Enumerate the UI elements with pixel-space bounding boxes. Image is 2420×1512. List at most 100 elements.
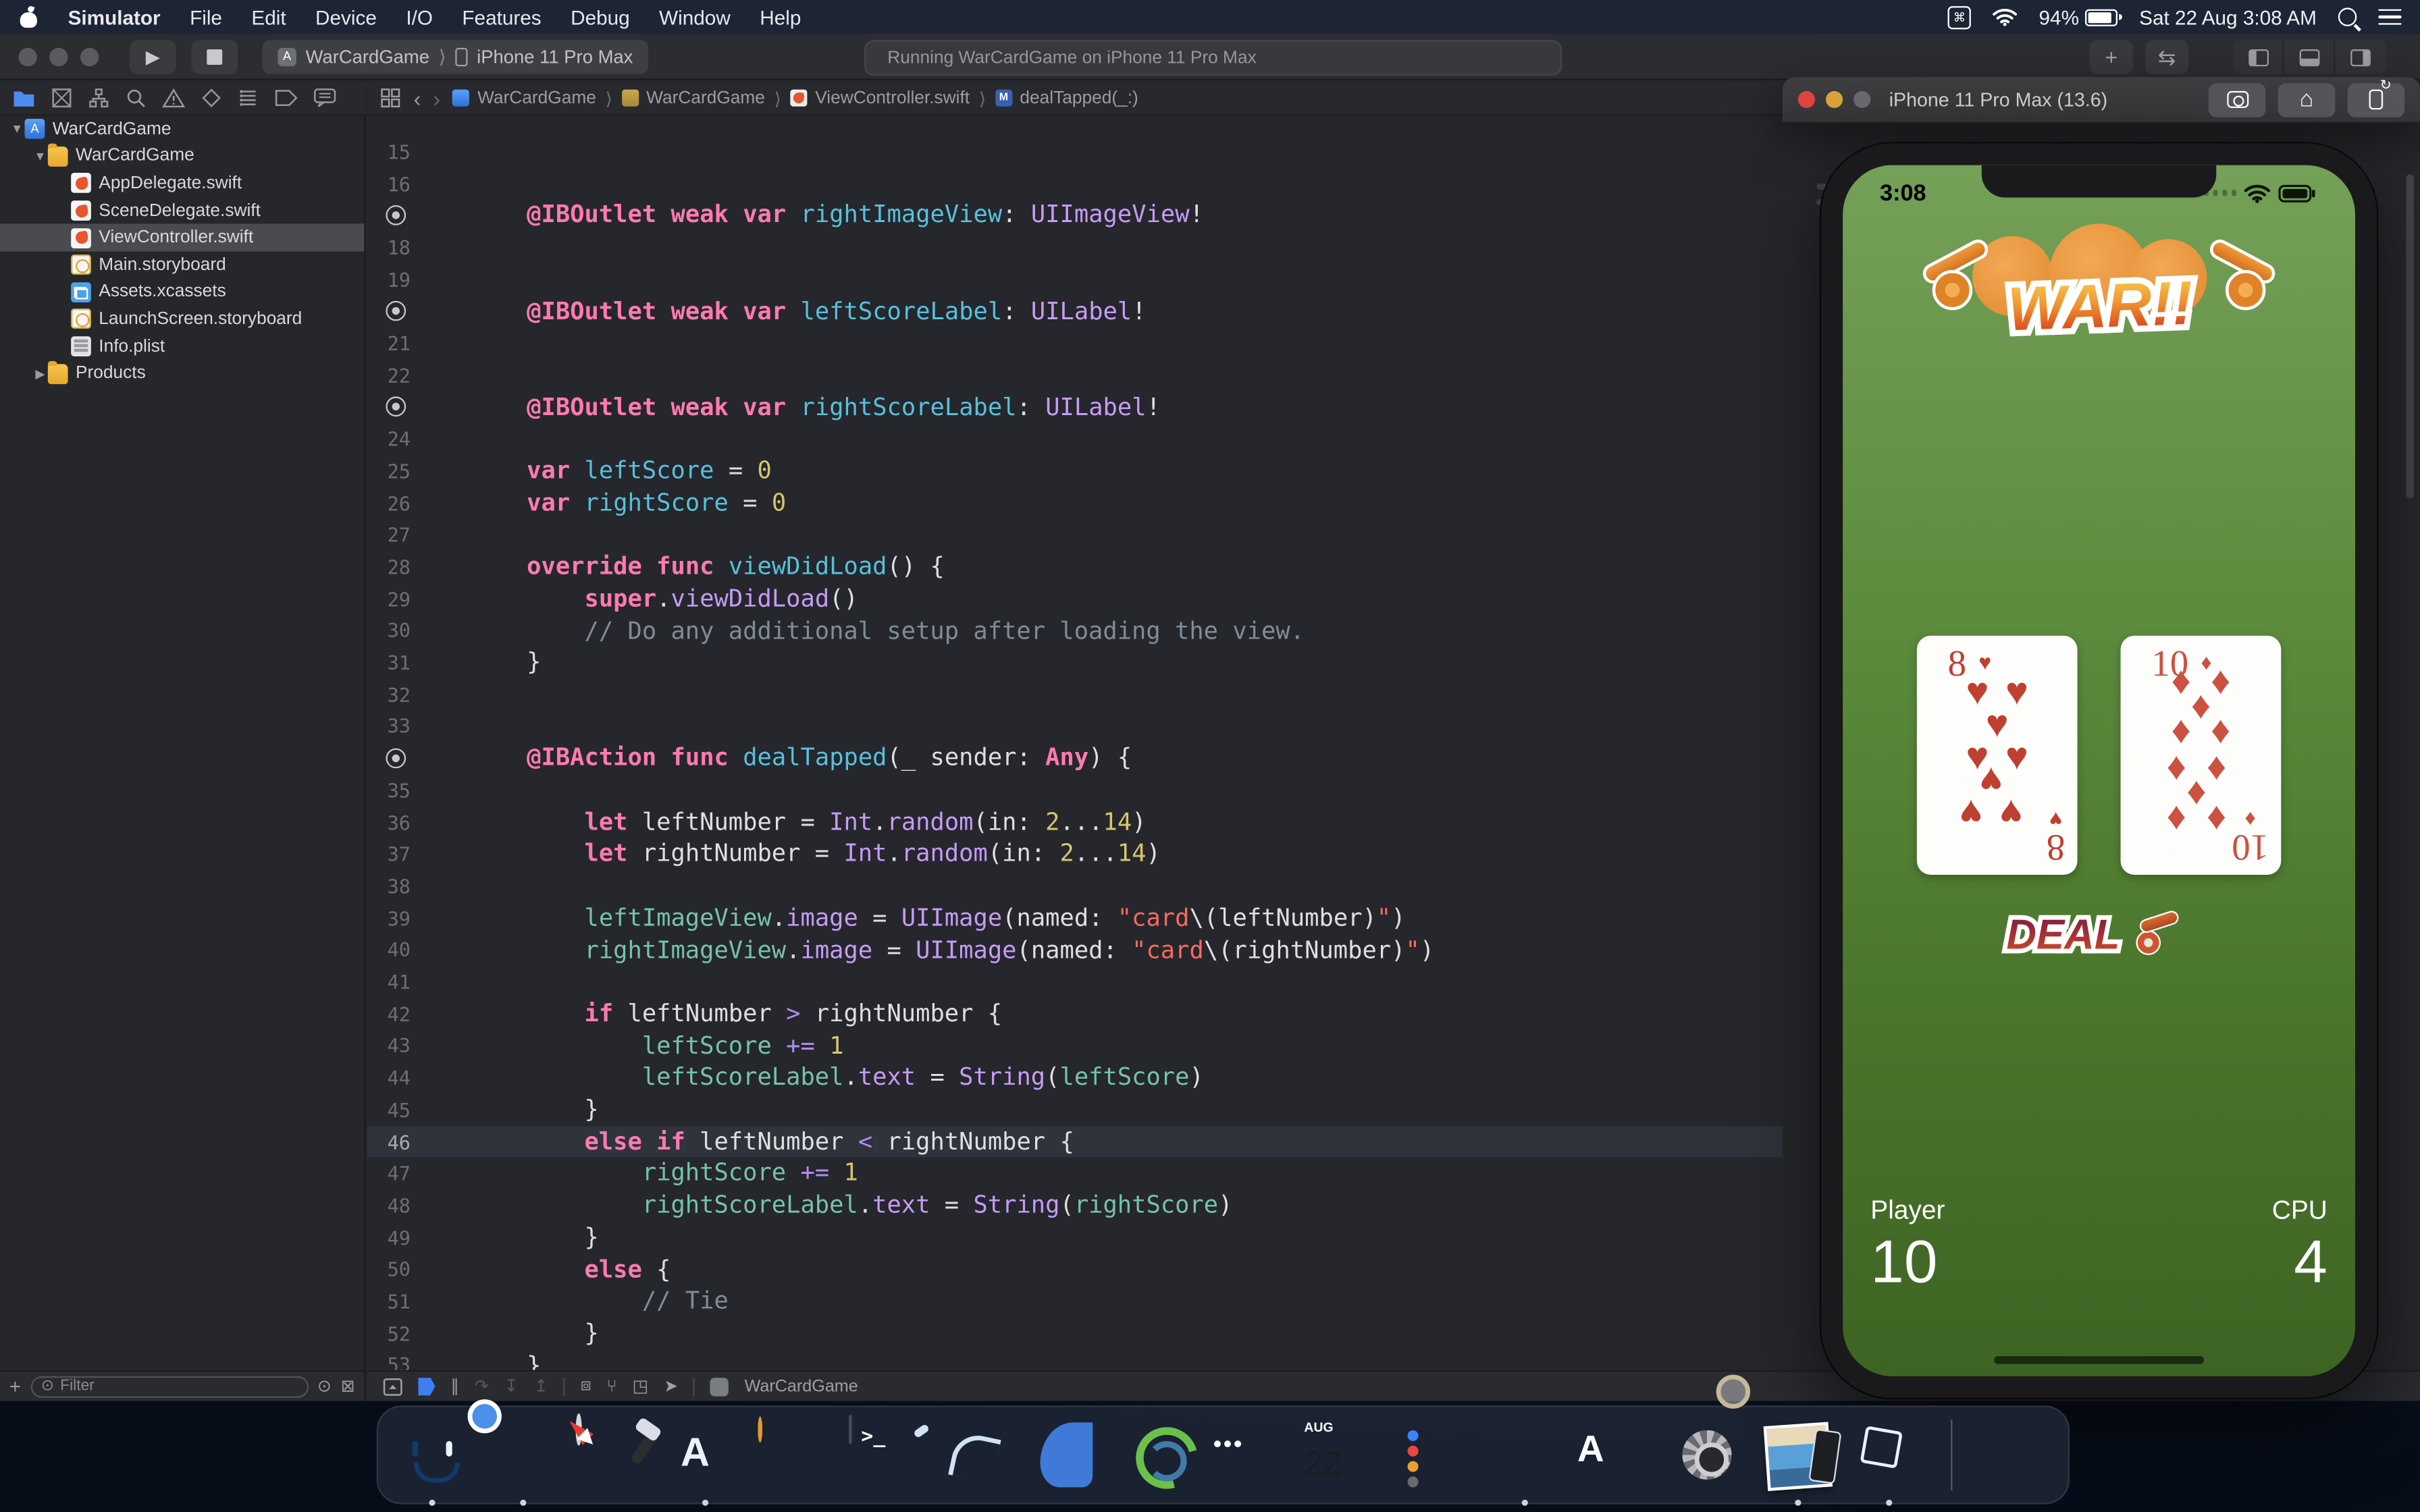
report-navigator-icon[interactable] [313,88,336,108]
code-line-30[interactable]: 30 // Do any additional setup after load… [367,615,1784,647]
breakpoints-toggle-icon[interactable] [418,1377,435,1395]
code-line-36[interactable]: 36 let leftNumber = Int.random(in: 2...1… [367,807,1784,838]
source-control-icon[interactable] [51,88,72,108]
code-line-25[interactable]: 25 var leftScore = 0 [367,455,1784,487]
line-number[interactable]: 41 [367,971,411,994]
sidebar-item-assets-xcassets[interactable]: Assets.xcassets [0,279,364,306]
code-line-16[interactable]: 16 [367,167,1784,199]
disclosure-triangle[interactable]: ▶ [32,367,48,381]
code-line-40[interactable]: 40 rightImageView.image = UIImage(named:… [367,934,1784,966]
running-process-label[interactable]: WarCardGame [745,1377,858,1395]
scheme-selector[interactable]: A WarCardGame ⟩ iPhone 11 Pro Max [263,39,649,73]
line-number[interactable]: 25 [367,460,411,483]
code-line-28[interactable]: 28 override func viewDidLoad() { [367,551,1784,583]
code-line-39[interactable]: 39 leftImageView.image = UIImage(named: … [367,902,1784,934]
line-number[interactable]: 32 [367,683,411,706]
line-number[interactable]: 40 [367,939,411,962]
spotlight-icon[interactable] [2338,7,2357,26]
code-line-22[interactable]: 22 [367,359,1784,391]
step-over-icon[interactable]: ↷ [475,1376,489,1397]
code-line-26[interactable]: 26 var rightScore = 0 [367,487,1784,519]
code-line-20[interactable]: @IBOutlet weak var leftScoreLabel: UILab… [367,296,1784,327]
toggle-navigator-button[interactable] [2233,40,2284,74]
ib-connection-indicator[interactable] [386,302,406,322]
rotate-button[interactable] [2348,82,2405,116]
sidebar-item-products[interactable]: ▶Products [0,360,364,387]
dock-item-eclipse[interactable] [758,1416,835,1493]
code-line-53[interactable]: 53 } [367,1349,1784,1370]
dock-item-anyconnect[interactable] [1122,1416,1199,1493]
code-line-29[interactable]: 29 super.viewDidLoad() [367,583,1784,615]
code-line-35[interactable]: 35 [367,774,1784,806]
code-line-38[interactable]: 38 [367,870,1784,902]
line-number[interactable]: 49 [367,1226,411,1249]
menu-item-features[interactable]: Features [462,5,541,28]
code-line-27[interactable]: 27 [367,519,1784,551]
close-button[interactable] [1798,91,1815,108]
line-number[interactable]: 27 [367,523,411,546]
simulate-location-icon[interactable]: ➤ [664,1376,678,1397]
zoom-button[interactable] [80,47,99,65]
menu-item-help[interactable]: Help [760,5,801,28]
step-out-icon[interactable]: ↥ [534,1376,548,1397]
line-number[interactable]: 46 [367,1130,411,1153]
line-number[interactable]: 18 [367,236,411,259]
line-number[interactable]: 16 [367,172,411,195]
breadcrumb-segment[interactable]: WarCardGame [622,88,765,107]
breadcrumb-segment[interactable]: ViewController.swift [791,88,970,107]
menu-item-edit[interactable]: Edit [251,5,286,28]
code-line-46[interactable]: 46 else if leftNumber < rightNumber { [367,1126,1784,1158]
editor-layout-button[interactable]: ⇆ [2145,40,2188,74]
code-line-50[interactable]: 50 else { [367,1253,1784,1285]
menubar-clock[interactable]: Sat 22 Aug 3:08 AM [2139,5,2317,28]
test-navigator-icon[interactable] [201,88,222,108]
code-line-45[interactable]: 45 } [367,1094,1784,1126]
code-line-15[interactable]: 15 [367,136,1784,167]
code-line-41[interactable]: 41 [367,966,1784,998]
code-line-51[interactable]: 51 // Tie [367,1285,1784,1317]
view-hierarchy-icon[interactable]: ⧈ [581,1376,591,1397]
dock-item-messages[interactable]: ••• [1213,1416,1290,1493]
dock-item-mysql-workbench[interactable] [940,1416,1017,1493]
environment-overrides-icon[interactable]: ◳ [633,1376,649,1397]
add-file-button[interactable]: + [9,1375,21,1398]
menu-item-debug[interactable]: Debug [571,5,630,28]
line-number[interactable]: 35 [367,779,411,802]
line-number[interactable]: 37 [367,843,411,866]
line-number[interactable]: 30 [367,619,411,642]
window-controls[interactable] [18,47,99,65]
zoom-button[interactable] [1853,91,1870,108]
line-number[interactable]: 31 [367,651,411,674]
ib-connection-indicator[interactable] [386,749,406,769]
code-line-49[interactable]: 49 } [367,1222,1784,1253]
line-number[interactable]: 19 [367,268,411,291]
sidebar-item-warcardgame[interactable]: ▼AWarCardGame [0,115,364,142]
hide-debug-area-icon[interactable] [383,1377,403,1395]
dock-item-chrome[interactable] [485,1416,562,1493]
line-number[interactable]: 21 [367,332,411,355]
code-line-21[interactable]: 21 [367,327,1784,359]
line-number[interactable]: 15 [367,140,411,163]
code-line-33[interactable]: 33 [367,711,1784,742]
line-number[interactable]: 45 [367,1098,411,1121]
code-line-24[interactable]: 24 [367,423,1784,455]
stop-button[interactable] [191,39,238,73]
code-line-34[interactable]: @IBAction func dealTapped(_ sender: Any)… [367,742,1784,774]
toggle-inspector-button[interactable] [2335,40,2386,74]
recent-files-filter-icon[interactable]: ⊙ [317,1376,332,1397]
line-number[interactable]: 33 [367,715,411,738]
input-source-icon[interactable]: ⌘ [1948,5,1971,28]
line-number[interactable]: 47 [367,1162,411,1185]
menu-item-io[interactable]: I/O [406,5,433,28]
ib-connection-indicator[interactable] [386,397,406,417]
sidebar-item-scenedelegate-swift[interactable]: SceneDelegate.swift [0,197,364,224]
line-number[interactable]: 38 [367,875,411,898]
notification-center-icon[interactable] [2378,9,2401,26]
line-number[interactable]: 50 [367,1258,411,1281]
source-control-filter-icon[interactable]: ⊠ [341,1376,355,1397]
code-line-18[interactable]: 18 [367,232,1784,263]
code-line-32[interactable]: 32 [367,678,1784,710]
minimize-button[interactable] [1826,91,1843,108]
disclosure-triangle[interactable]: ▼ [9,122,25,136]
code-line-17[interactable]: @IBOutlet weak var rightImageView: UIIma… [367,200,1784,232]
